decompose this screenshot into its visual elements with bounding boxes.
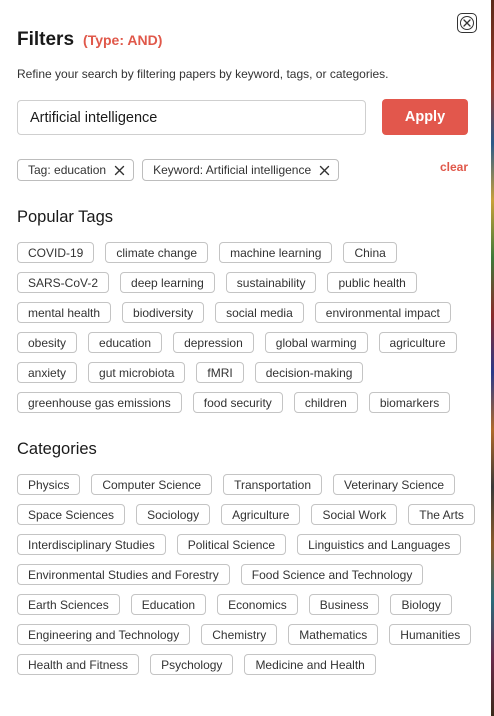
tag-chip[interactable]: depression [173, 332, 254, 353]
category-chip[interactable]: Linguistics and Languages [297, 534, 462, 555]
tag-chip[interactable]: agriculture [378, 332, 457, 353]
tag-chip[interactable]: decision-making [254, 362, 364, 383]
tag-chip[interactable]: deep learning [120, 272, 215, 293]
category-chip[interactable]: Transportation [223, 474, 322, 495]
search-input[interactable] [17, 100, 366, 135]
tag-chip[interactable]: education [88, 332, 163, 353]
categories-heading: Categories [17, 440, 97, 458]
close-button[interactable] [457, 13, 477, 33]
active-filter-label: Tag: education [28, 163, 107, 177]
category-chip[interactable]: Physics [17, 474, 81, 495]
tag-chip[interactable]: anxiety [17, 362, 78, 383]
category-chip[interactable]: Space Sciences [17, 504, 126, 525]
tag-chip[interactable]: social media [215, 302, 304, 323]
title-row: Filters (Type: AND) [17, 29, 162, 51]
category-chip[interactable]: Chemistry [201, 624, 278, 645]
tag-chip[interactable]: biodiversity [122, 302, 205, 323]
filters-panel: Filters (Type: AND) Refine your search b… [0, 0, 491, 716]
active-filter-chip: Keyword: Artificial intelligence [142, 159, 340, 181]
active-filter-label: Keyword: Artificial intelligence [153, 163, 312, 177]
category-chip[interactable]: Computer Science [91, 474, 213, 495]
category-chip[interactable]: Food Science and Technology [240, 564, 424, 585]
remove-filter-icon[interactable] [114, 165, 125, 176]
close-icon [460, 16, 474, 30]
active-filter-chip: Tag: education [17, 159, 135, 181]
tag-chip[interactable]: COVID-19 [17, 242, 95, 263]
category-chip[interactable]: Social Work [311, 504, 398, 525]
tag-chip[interactable]: China [343, 242, 397, 263]
popular-tags-heading: Popular Tags [17, 208, 114, 226]
category-chip[interactable]: Business [308, 594, 380, 615]
category-chip[interactable]: Humanities [389, 624, 472, 645]
tag-chip[interactable]: food security [192, 392, 283, 413]
category-chip[interactable]: Biology [390, 594, 452, 615]
popular-tags-list: COVID-19 climate change machine learning Ch… [17, 242, 479, 413]
category-chip[interactable]: Political Science [176, 534, 287, 555]
category-chip[interactable]: Health and Fitness [17, 654, 140, 675]
category-chip[interactable]: Sociology [136, 504, 211, 525]
tag-chip[interactable]: public health [327, 272, 417, 293]
apply-button[interactable]: Apply [382, 99, 468, 135]
category-chip[interactable]: Engineering and Technology [17, 624, 191, 645]
category-chip[interactable]: Psychology [150, 654, 234, 675]
category-chip[interactable]: Interdisciplinary Studies [17, 534, 166, 555]
category-chip[interactable]: Environmental Studies and Forestry [17, 564, 230, 585]
category-chip[interactable]: Veterinary Science [333, 474, 456, 495]
category-chip[interactable]: Agriculture [221, 504, 301, 525]
remove-filter-icon[interactable] [319, 165, 330, 176]
tag-chip[interactable]: machine learning [219, 242, 333, 263]
categories-list: Physics Computer Science Transportation Vet… [17, 474, 479, 675]
category-chip[interactable]: Education [130, 594, 207, 615]
category-chip[interactable]: Earth Sciences [17, 594, 120, 615]
description-text: Refine your search by filtering papers b… [17, 67, 389, 81]
clear-filters-link[interactable]: clear [440, 160, 468, 174]
tag-chip[interactable]: mental health [17, 302, 112, 323]
filter-type-label: (Type: AND) [83, 32, 163, 48]
tag-chip[interactable]: global warming [264, 332, 368, 353]
tag-chip[interactable]: SARS-CoV-2 [17, 272, 110, 293]
tag-chip[interactable]: obesity [17, 332, 78, 353]
category-chip[interactable]: Medicine and Health [244, 654, 376, 675]
tag-chip[interactable]: greenhouse gas emissions [17, 392, 182, 413]
tag-chip[interactable]: fMRI [196, 362, 244, 383]
tag-chip[interactable]: sustainability [225, 272, 317, 293]
active-filters: Tag: education Keyword: Artificial intell… [17, 159, 340, 181]
tag-chip[interactable]: biomarkers [368, 392, 451, 413]
category-chip[interactable]: The Arts [408, 504, 475, 525]
tag-chip[interactable]: gut microbiota [88, 362, 186, 383]
tag-chip[interactable]: climate change [105, 242, 209, 263]
tag-chip[interactable]: children [293, 392, 358, 413]
tag-chip[interactable]: environmental impact [314, 302, 451, 323]
page-title: Filters [17, 29, 75, 50]
category-chip[interactable]: Economics [217, 594, 298, 615]
category-chip[interactable]: Mathematics [288, 624, 379, 645]
